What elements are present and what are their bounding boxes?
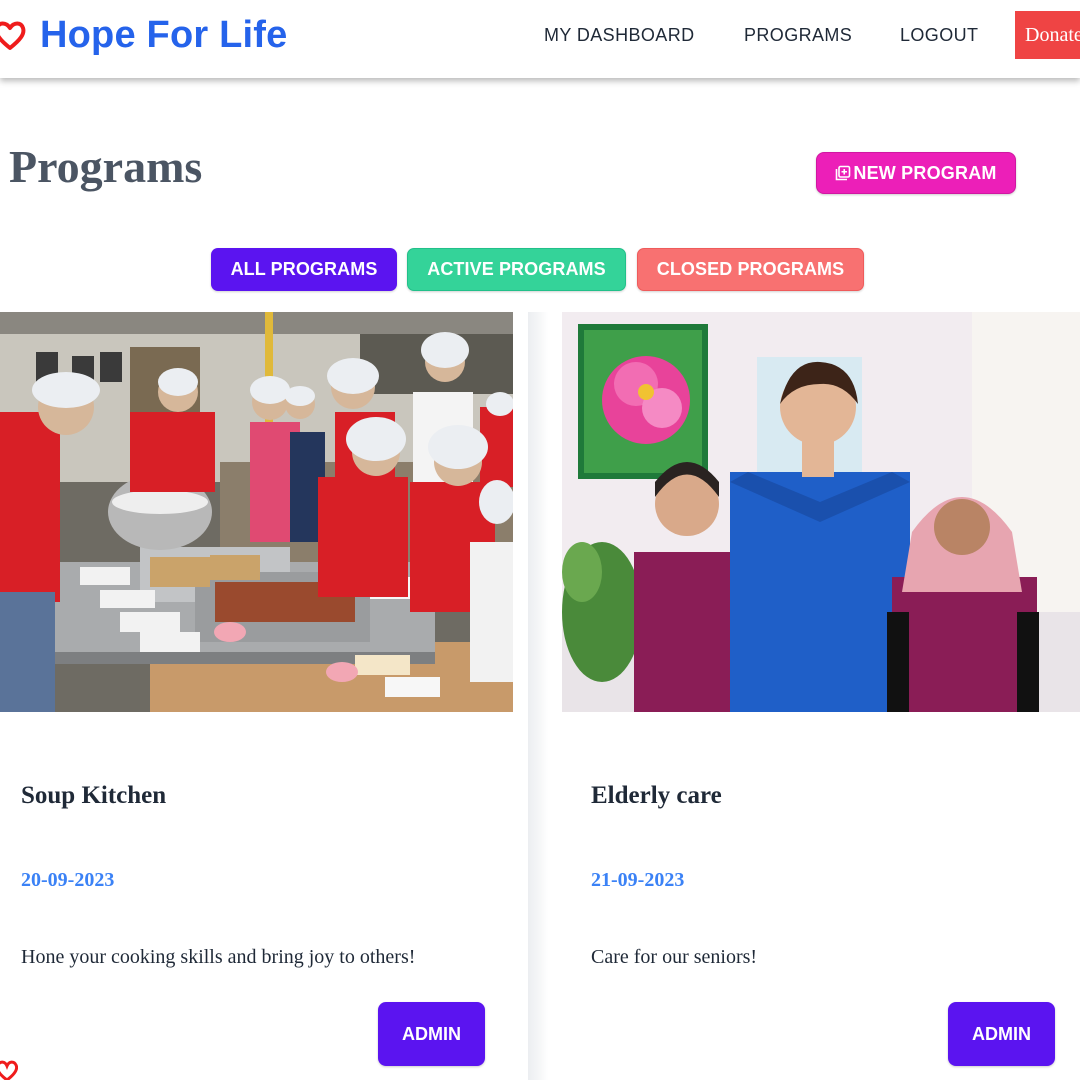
heart-decoration-icon [0, 1060, 18, 1080]
top-navbar: Hope For Life MY DASHBOARD PROGRAMS LOGO… [0, 0, 1080, 78]
admin-button[interactable]: ADMIN [378, 1002, 485, 1066]
program-card-soup-kitchen[interactable]: Soup Kitchen 20-09-2023 Hone your cookin… [0, 312, 528, 1080]
new-program-label: NEW PROGRAM [853, 162, 997, 183]
volunteers-serving-food-photo [0, 312, 513, 712]
card-gutter [528, 312, 548, 1080]
new-program-button[interactable]: NEW PROGRAM [816, 152, 1016, 194]
filter-closed-programs[interactable]: CLOSED PROGRAMS [637, 248, 864, 291]
program-date: 21-09-2023 [591, 869, 685, 891]
page-title: Programs [9, 141, 203, 192]
program-title: Soup Kitchen [21, 782, 167, 809]
program-photo-elderly-care [562, 312, 1080, 712]
program-title: Elderly care [591, 782, 722, 809]
program-date: 20-09-2023 [21, 869, 115, 891]
nav-programs[interactable]: PROGRAMS [744, 25, 852, 46]
nav-logout[interactable]: LOGOUT [900, 25, 978, 46]
nav-my-dashboard[interactable]: MY DASHBOARD [544, 25, 695, 46]
program-description: Hone your cooking skills and bring joy t… [21, 946, 416, 968]
program-photo-soup-kitchen [0, 312, 513, 712]
add-copy-icon [836, 165, 851, 181]
medical-staff-group-photo [562, 312, 1080, 712]
heart-logo-icon [0, 21, 26, 50]
program-card-elderly-care[interactable]: Elderly care 21-09-2023 Care for our sen… [548, 312, 1080, 1080]
filter-all-programs[interactable]: ALL PROGRAMS [211, 248, 397, 291]
brand-logo[interactable]: Hope For Life [0, 14, 288, 57]
donate-button[interactable]: Donate [1015, 11, 1080, 59]
brand-name: Hope For Life [40, 14, 288, 56]
admin-button[interactable]: ADMIN [948, 1002, 1055, 1066]
filter-active-programs[interactable]: ACTIVE PROGRAMS [407, 248, 626, 291]
program-description: Care for our seniors! [591, 946, 758, 968]
